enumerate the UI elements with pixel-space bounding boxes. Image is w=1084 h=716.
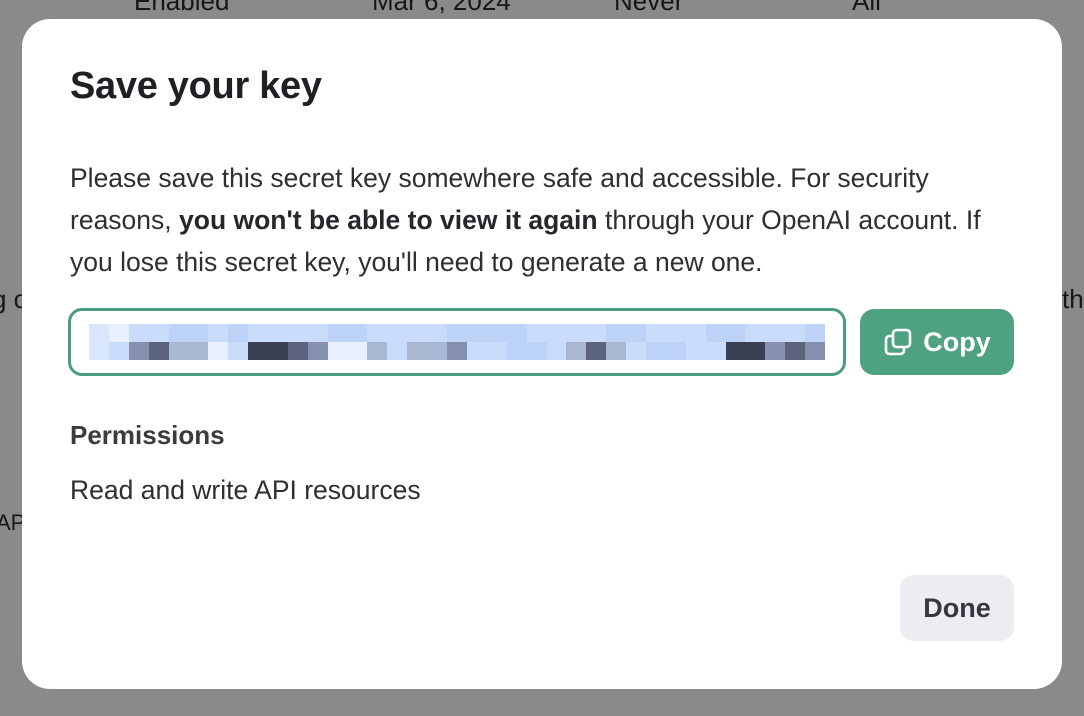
copy-button-label: Copy xyxy=(923,326,991,357)
permissions-heading: Permissions xyxy=(70,420,225,450)
permissions-value: Read and write API resources xyxy=(70,475,421,505)
dialog-title: Save your key xyxy=(70,65,322,107)
redacted-key-value xyxy=(89,324,825,360)
done-button[interactable]: Done xyxy=(900,575,1014,641)
save-key-dialog: Save your key Please save this secret ke… xyxy=(22,19,1062,689)
description-warning: you won't be able to view it again xyxy=(179,205,598,235)
secret-key-field[interactable] xyxy=(68,308,846,376)
copy-icon xyxy=(883,327,913,357)
copy-button[interactable]: Copy xyxy=(860,309,1014,375)
dialog-description: Please save this secret key somewhere sa… xyxy=(70,157,1020,283)
